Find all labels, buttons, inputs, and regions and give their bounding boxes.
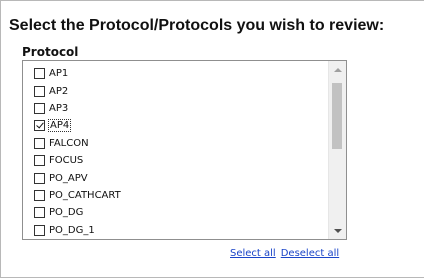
protocol-option[interactable]: AP1 [23,65,323,82]
protocol-checkbox[interactable] [34,224,45,236]
protocol-label: Protocol [22,45,79,59]
selection-links: Select all Deselect all [230,248,339,259]
protocol-checkbox[interactable] [34,85,45,97]
protocol-option-label: PO_CATHCART [49,189,121,201]
protocol-listbox[interactable]: AP1 AP2 AP3 AP4 FALCON FOCUS PO_APV PO_CATHCART… [22,60,347,240]
protocol-checkbox[interactable] [34,102,45,114]
protocol-option[interactable]: FOCUS [23,152,323,169]
protocol-checkbox[interactable] [34,68,45,80]
protocol-option-label: AP2 [49,85,69,97]
protocol-option[interactable]: PO_DG_1 [23,222,323,239]
protocol-option[interactable]: PO_DG [23,204,323,221]
scroll-thumb[interactable] [332,83,342,149]
protocol-checkbox[interactable] [34,207,45,219]
scroll-down-arrow-icon[interactable] [329,222,346,239]
protocol-option-label: FALCON [49,137,89,149]
protocol-checkbox[interactable] [34,155,45,167]
vertical-scrollbar[interactable] [328,61,346,239]
panel-frame: Select the Protocol/Protocols you wish t… [0,0,424,278]
protocol-checkbox[interactable] [34,189,45,201]
select-all-link[interactable]: Select all [230,248,276,259]
protocol-checkbox[interactable] [34,172,45,184]
protocol-option[interactable]: PO_CATHCART [23,187,323,204]
deselect-all-link[interactable]: Deselect all [281,248,339,259]
protocol-option-label: FOCUS [49,155,84,167]
protocol-option[interactable]: PO_APV [23,169,323,186]
page-title: Select the Protocol/Protocols you wish t… [9,17,385,34]
protocol-checkbox[interactable] [34,137,45,149]
protocol-checkbox[interactable] [34,120,45,132]
scroll-up-arrow-icon[interactable] [329,61,346,78]
protocol-option[interactable]: FALCON [23,135,323,152]
protocol-option-label: PO_DG_1 [49,224,95,236]
protocol-option[interactable]: AP4 [23,117,323,134]
protocol-option-label: AP4 [47,119,72,133]
protocol-option-label: AP1 [49,68,69,80]
protocol-option-label: AP3 [49,102,69,114]
protocol-option[interactable]: AP2 [23,82,323,99]
protocol-option[interactable]: AP3 [23,100,323,117]
protocol-option-label: PO_DG [49,207,84,219]
protocol-option-label: PO_APV [49,172,88,184]
protocol-options: AP1 AP2 AP3 AP4 FALCON FOCUS PO_APV PO_CATHCART… [23,65,323,239]
